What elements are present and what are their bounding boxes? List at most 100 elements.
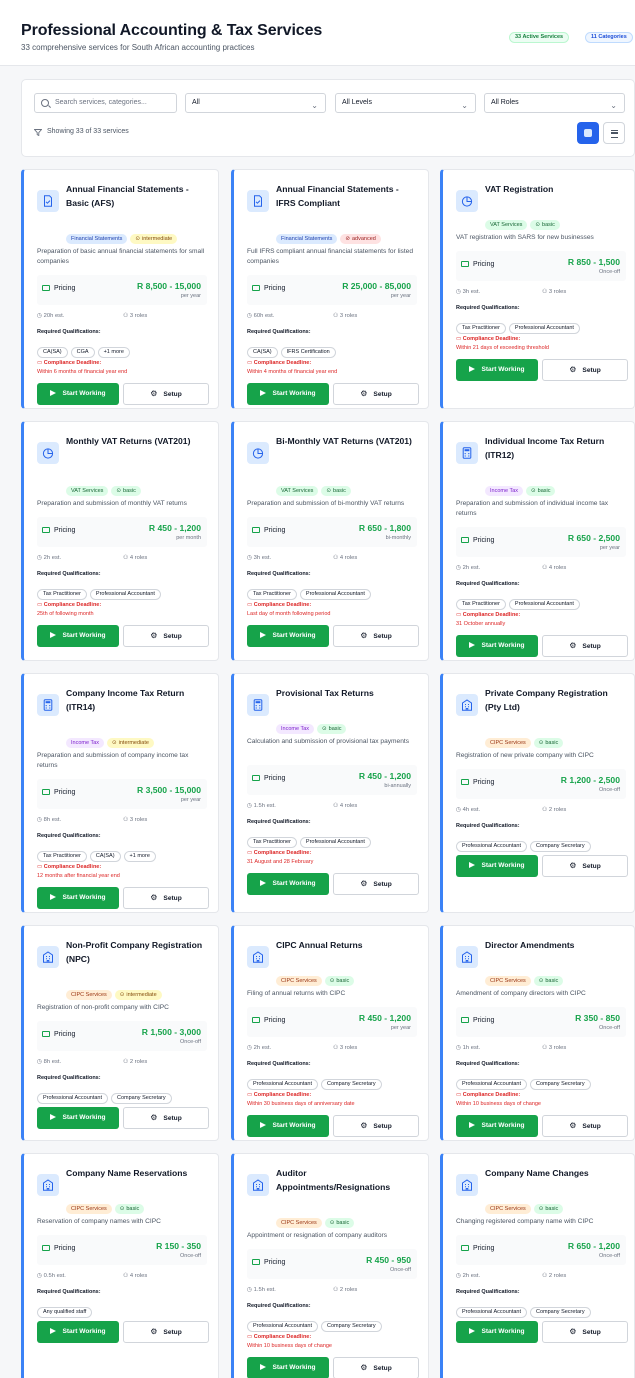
- calculator-icon: [37, 694, 59, 716]
- gear-icon: ⚙: [150, 389, 158, 398]
- estimated-hours: 2h est.: [253, 1045, 272, 1051]
- setup-button[interactable]: ⚙ Setup: [123, 1107, 209, 1129]
- money-icon: [461, 261, 469, 267]
- start-working-button[interactable]: Start Working: [37, 1107, 119, 1129]
- start-working-button[interactable]: Start Working: [37, 625, 119, 647]
- list-view-button[interactable]: [603, 122, 625, 144]
- pricing-box: Pricing R 8,500 - 15,000 per year: [37, 275, 207, 305]
- calendar-icon: ▭: [456, 1092, 463, 1098]
- deadline-text: 31 October annually: [456, 621, 506, 627]
- deadline-text: Within 10 business days of change: [456, 1101, 541, 1107]
- level-badge: ⊙ basic: [533, 738, 564, 748]
- setup-button[interactable]: ⚙ Setup: [542, 359, 628, 381]
- start-working-button[interactable]: Start Working: [247, 1357, 329, 1378]
- calculator-icon: [456, 442, 478, 464]
- service-badges: Income Tax ⊙ basic: [485, 479, 558, 496]
- setup-button[interactable]: ⚙ Setup: [333, 873, 419, 895]
- qualifications-list: Professional Accountant Company Secretary: [456, 1072, 634, 1090]
- setup-button[interactable]: ⚙ Setup: [123, 625, 209, 647]
- service-card: Director Amendments CIPC Services ⊙ basic Am…: [440, 925, 635, 1141]
- start-working-button[interactable]: Start Working: [456, 1321, 538, 1343]
- start-working-button[interactable]: Start Working: [456, 855, 538, 877]
- price-range: R 25,000 - 85,000: [342, 281, 411, 291]
- setup-button[interactable]: ⚙ Setup: [123, 887, 209, 909]
- service-title: Auditor Appointments/Resignations: [276, 1168, 391, 1192]
- level-select-value: All Levels: [342, 99, 372, 106]
- price-range: R 650 - 1,200: [567, 1241, 620, 1251]
- pricing-label: Pricing: [252, 775, 285, 782]
- pricing-box: Pricing R 450 - 1,200 per month: [37, 517, 207, 547]
- level-icon: ⊙: [326, 488, 332, 494]
- price-period: Once-off: [599, 1253, 620, 1259]
- play-icon: [469, 1121, 476, 1128]
- service-card: Company Income Tax Return (ITR14) Income …: [21, 673, 219, 913]
- service-meta: ◷ 20h est. ⚇ 3 roles: [37, 313, 207, 319]
- level-badge: ⊙ basic: [533, 976, 564, 986]
- start-working-button[interactable]: Start Working: [37, 887, 119, 909]
- compliance-deadline: ▭ Compliance Deadline: 12 months after fi…: [37, 864, 120, 879]
- setup-button[interactable]: ⚙ Setup: [542, 1115, 628, 1137]
- start-working-button[interactable]: Start Working: [37, 1321, 119, 1343]
- setup-button[interactable]: ⚙ Setup: [123, 383, 209, 405]
- setup-button[interactable]: ⚙ Setup: [542, 635, 628, 657]
- service-card: Private Company Registration (Pty Ltd) CI…: [440, 673, 635, 913]
- level-badge: ⊙ basic: [526, 486, 556, 496]
- service-title: Company Name Reservations: [66, 1168, 188, 1178]
- service-meta: ◷ 2h est. ⚇ 3 roles: [247, 1045, 417, 1051]
- gear-icon: ⚙: [360, 879, 368, 888]
- grid-view-button[interactable]: [577, 122, 599, 144]
- setup-button[interactable]: ⚙ Setup: [542, 855, 628, 877]
- setup-button[interactable]: ⚙ Setup: [542, 1321, 628, 1343]
- service-title: Company Name Changes: [485, 1168, 589, 1178]
- qualification-tag: Professional Accountant: [299, 837, 371, 848]
- price-range: R 350 - 850: [575, 1013, 620, 1023]
- estimated-hours: 1h est.: [462, 1045, 481, 1051]
- price-range: R 450 - 1,200: [358, 771, 411, 781]
- search-input[interactable]: Search services, categories...: [34, 93, 177, 113]
- qualifications-list: Tax Practitioner Professional Accountant: [456, 316, 634, 334]
- start-working-button[interactable]: Start Working: [247, 383, 329, 405]
- start-working-button[interactable]: Start Working: [456, 359, 538, 381]
- level-icon: ⊙: [112, 740, 117, 746]
- role-select[interactable]: All Roles ⌄: [484, 93, 625, 113]
- level-icon: ⊙: [322, 726, 327, 732]
- clock-icon: ◷: [456, 1045, 463, 1051]
- category-select[interactable]: All ⌄: [185, 93, 326, 113]
- required-qualifications-label: Required Qualifications:: [456, 1061, 520, 1067]
- roles-count: 4 roles: [339, 555, 358, 561]
- start-working-button[interactable]: Start Working: [37, 383, 119, 405]
- service-meta: ◷ 4h est. ⚇ 2 roles: [456, 807, 626, 813]
- setup-button[interactable]: ⚙ Setup: [333, 383, 419, 405]
- service-title: Provisional Tax Returns: [276, 688, 374, 698]
- level-select[interactable]: All Levels ⌄: [335, 93, 476, 113]
- category-badge: CIPC Services: [66, 990, 112, 1000]
- money-icon: [42, 789, 50, 795]
- setup-button[interactable]: ⚙ Setup: [333, 1115, 419, 1137]
- clock-icon: ◷: [37, 817, 44, 823]
- category-badge: CIPC Services: [276, 976, 322, 986]
- search-icon: [41, 99, 49, 107]
- qualification-tag: Tax Practitioner: [456, 323, 506, 334]
- level-badge: ⊙ intermediate: [107, 738, 154, 748]
- play-icon: [260, 1121, 267, 1128]
- start-working-button[interactable]: Start Working: [247, 873, 329, 895]
- pricing-label: Pricing: [461, 1245, 494, 1252]
- setup-button[interactable]: ⚙ Setup: [123, 1321, 209, 1343]
- start-working-button[interactable]: Start Working: [247, 1115, 329, 1137]
- start-working-button[interactable]: Start Working: [247, 625, 329, 647]
- deadline-text: Within 10 business days of change: [247, 1343, 332, 1349]
- level-icon: ⊙: [538, 740, 544, 746]
- setup-button[interactable]: ⚙ Setup: [333, 1357, 419, 1378]
- start-working-button[interactable]: Start Working: [456, 1115, 538, 1137]
- qualification-tag: Company Secretary: [321, 1079, 382, 1090]
- setup-button[interactable]: ⚙ Setup: [333, 625, 419, 647]
- users-icon: ⚇: [542, 1273, 549, 1279]
- category-badge: Income Tax: [485, 486, 524, 496]
- roles-count: 3 roles: [548, 1045, 567, 1051]
- money-icon: [252, 775, 260, 781]
- money-icon: [461, 1017, 469, 1023]
- deadline-text: 31 August and 28 February: [247, 859, 314, 865]
- money-icon: [42, 527, 50, 533]
- qualification-tag: Professional Accountant: [508, 599, 580, 610]
- start-working-button[interactable]: Start Working: [456, 635, 538, 657]
